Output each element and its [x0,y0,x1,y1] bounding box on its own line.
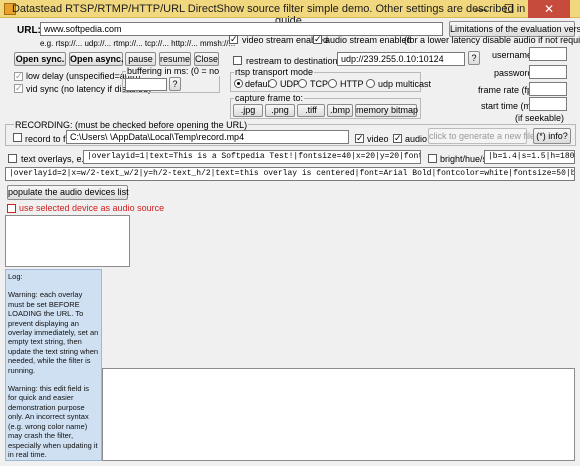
recording-info-button[interactable]: (*) info? [533,128,571,144]
transport-udp-label: UDP [280,79,300,89]
use-selected-device-label: use selected device as audio source [19,203,165,213]
transport-udp-radio[interactable] [268,79,277,88]
capture-jpg-button[interactable]: .jpg [233,104,263,117]
transport-tcp-radio[interactable] [298,79,307,88]
frame-rate-input[interactable] [529,82,567,96]
rtsp-transport-label: rtsp transport mode [234,67,315,77]
restream-help-button[interactable]: ? [468,51,480,65]
capture-tiff-button[interactable]: .tiff [297,104,325,117]
restream-checkbox[interactable] [233,56,242,65]
title-bar: Datastead RTSP/RTMP/HTTP/URL DirectShow … [0,0,580,27]
log-panel: Log: Warning: each overlay must be set B… [5,269,102,461]
bright-hue-sat-input[interactable]: |b=1.4|s=1.5|h=180 [484,150,575,164]
audio-hint: (for a lower latency disable audio if no… [404,35,580,45]
transport-default-radio[interactable] [234,79,243,88]
restream-url-input[interactable]: udp://239.255.0.10:10124 [337,52,465,66]
start-time-input[interactable] [529,97,567,111]
url-hint: e.g. rtsp://... udp://... rtmp://... tcp… [40,39,236,48]
log-warning-1: Warning: each overlay must be set BEFORE… [8,290,99,375]
capture-png-button[interactable]: .png [265,104,295,117]
transport-tcp-label: TCP [310,79,328,89]
video-stream-checkbox[interactable] [229,33,238,45]
audio-stream-checkbox[interactable] [313,33,322,45]
record-video-label: video [367,134,389,144]
vid-sync-checkbox[interactable] [14,82,23,94]
capture-memory-bitmap-button[interactable]: memory bitmap [355,104,418,117]
log-warning-2: Warning: this edit field is for quick an… [8,384,98,459]
populate-audio-devices-button[interactable]: populate the audio devices list [7,185,129,200]
low-delay-checkbox[interactable] [14,70,23,82]
transport-http-radio[interactable] [328,79,337,88]
close-window-button[interactable]: ✕ [528,0,570,18]
buffering-help-button[interactable]: ? [169,77,181,91]
record-to-file-checkbox[interactable] [13,133,22,142]
text-overlays-checkbox[interactable] [8,154,17,163]
url-label: URL: [17,25,41,36]
audio-stream-label: audio stream enabled [325,35,412,45]
seekable-hint: (if seekable) [515,113,565,123]
open-sync-button[interactable]: Open sync. [14,52,66,66]
url-input[interactable]: www.softpedia.com [40,22,443,36]
record-video-checkbox[interactable] [355,132,364,144]
audio-devices-list[interactable] [5,215,130,267]
buffering-input[interactable] [125,78,167,91]
pause-button[interactable]: pause [125,52,156,66]
maximize-button[interactable]: ☐ [496,0,522,18]
resume-button[interactable]: resume [159,52,191,66]
overlay-line2-input[interactable]: |overlayid=2|x=w/2-text_w/2|y=h/2-text_h… [5,167,575,181]
record-audio-checkbox[interactable] [393,132,402,144]
minimize-button[interactable]: — [468,0,494,18]
record-path-input[interactable]: C:\Users\ \AppData\Local\Temp\record.mp4 [66,130,349,144]
password-input[interactable] [529,65,567,79]
close-button[interactable]: Close [194,52,219,66]
use-selected-device-checkbox[interactable] [7,204,16,213]
capture-bmp-button[interactable]: .bmp [327,104,353,117]
generate-file-button[interactable]: click to generate a new file (*) [428,128,547,144]
open-async-button[interactable]: Open async. [69,52,124,66]
recording-label: RECORDING: (must be checked before openi… [14,120,249,130]
log-label: Log: [8,272,23,281]
record-audio-label: audio [405,134,428,144]
buffering-label: buffering in ms: (0 = no [126,66,221,76]
video-display-area[interactable] [102,368,575,461]
transport-http-label: HTTP [340,79,364,89]
username-input[interactable] [529,47,567,61]
transport-udp-multicast-radio[interactable] [366,79,375,88]
bright-hue-sat-checkbox[interactable] [428,154,437,163]
overlay-line1-input[interactable]: |overlayid=1|text=This is a Softpedia Te… [83,150,421,164]
transport-udp-multicast-label: udp multicast [378,79,432,89]
capture-frame-label: capture frame to: [234,93,305,103]
